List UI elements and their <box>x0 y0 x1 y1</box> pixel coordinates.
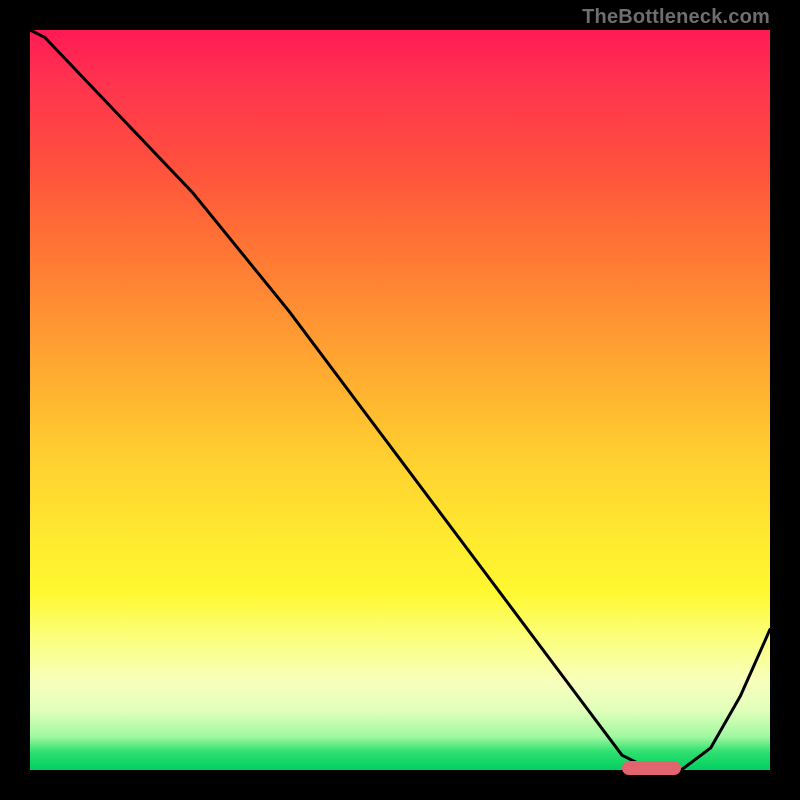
curve-svg <box>30 30 770 770</box>
attribution-label: TheBottleneck.com <box>582 6 770 29</box>
plot-area <box>30 30 770 770</box>
optimal-marker <box>622 761 681 775</box>
chart-curve <box>30 30 770 770</box>
chart-frame: TheBottleneck.com <box>0 0 800 800</box>
